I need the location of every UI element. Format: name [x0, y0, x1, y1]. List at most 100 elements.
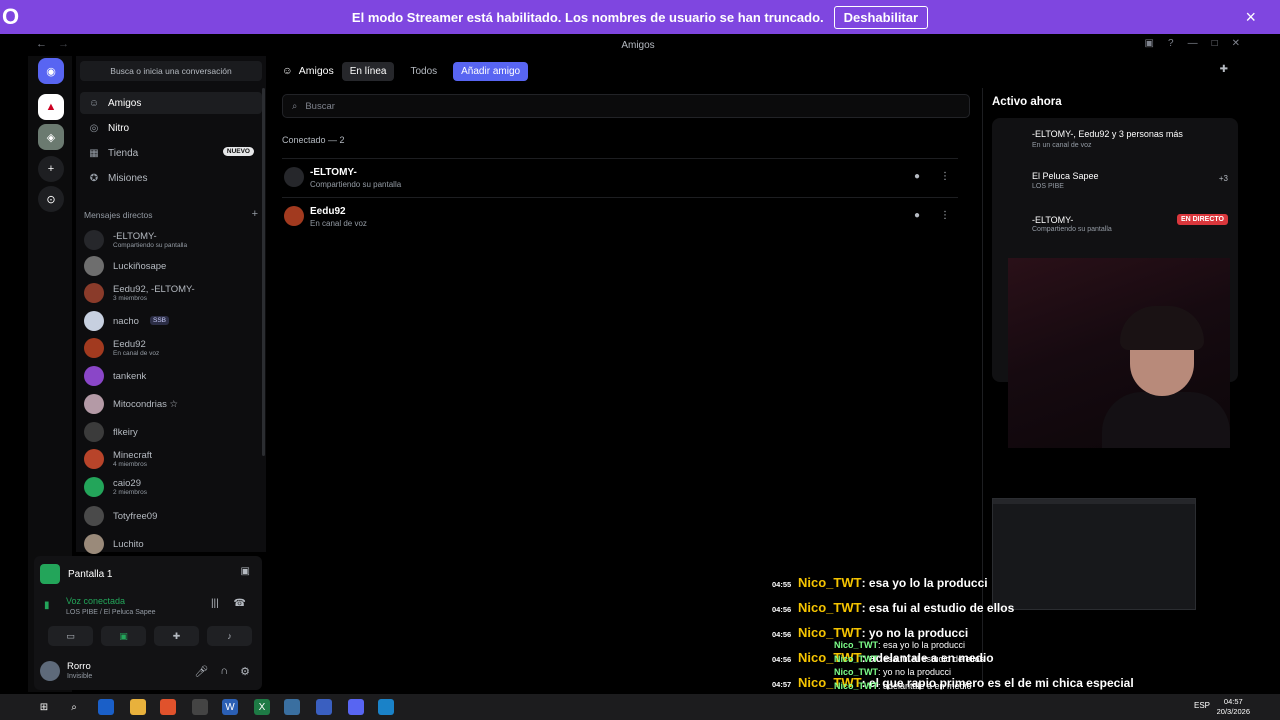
window-close-icon[interactable]: ✕: [1232, 38, 1240, 49]
create-dm-icon[interactable]: +: [252, 208, 258, 220]
tab-online[interactable]: En línea: [341, 61, 395, 81]
soundboard-button[interactable]: ♪: [207, 626, 252, 646]
dm-item[interactable]: Eedu92 En canal de voz: [84, 336, 258, 360]
forward-icon[interactable]: →: [58, 38, 69, 50]
language-indicator[interactable]: ESP: [1194, 701, 1210, 710]
streamer-name: -ELTOMY-: [1032, 215, 1074, 225]
add-server-icon[interactable]: +: [38, 156, 64, 182]
message-icon[interactable]: ●: [914, 210, 920, 221]
chat-message: : yo no la producci: [878, 667, 952, 677]
dm-item[interactable]: flkeiry: [84, 420, 258, 444]
back-icon[interactable]: ←: [36, 38, 47, 50]
close-icon[interactable]: ×: [1245, 7, 1256, 28]
activity-button[interactable]: ✚: [154, 626, 199, 646]
server-name: El Peluca Sapee: [1032, 171, 1099, 181]
find-conversation-input[interactable]: Busca o inicia una conversación: [80, 61, 262, 81]
headset-icon[interactable]: ∩: [220, 665, 228, 678]
friend-row[interactable]: -ELTOMY- Compartiendo su pantalla ● ⋮: [282, 158, 958, 194]
search-icon: ⌕: [292, 100, 298, 112]
brave-icon[interactable]: [160, 699, 176, 715]
user-panel: Pantalla 1 ▣ ▮ Voz conectada LOS PIBE / …: [34, 556, 262, 690]
discord-taskbar-icon[interactable]: [348, 699, 364, 715]
obs-icon[interactable]: [192, 699, 208, 715]
chat-user: Nico_TWT: [798, 600, 862, 615]
sidebar-item-label: Amigos: [108, 97, 142, 109]
add-friend-button[interactable]: Añadir amigo: [453, 61, 529, 81]
app-icon[interactable]: [284, 699, 300, 715]
discover-icon[interactable]: ⊙: [38, 186, 64, 212]
avatar: [84, 422, 104, 442]
friends-icon: ☺: [282, 65, 293, 77]
minimize-icon[interactable]: —: [1188, 38, 1198, 49]
online-count: Conectado — 2: [282, 135, 345, 145]
voice-group-row[interactable]: -ELTOMY-, Eedu92 y 3 personas más En un …: [1002, 128, 1228, 158]
discord-home-icon[interactable]: ◉: [38, 58, 64, 84]
more-icon[interactable]: ⋮: [940, 210, 950, 221]
dm-item[interactable]: Mitocondrias ☆: [84, 392, 258, 416]
dm-item[interactable]: -ELTOMY- Compartiendo su pantalla: [84, 228, 258, 252]
popout-icon[interactable]: ▣: [241, 566, 250, 577]
dm-name: Luckiñosape: [113, 261, 167, 272]
dm-item[interactable]: Luchito: [84, 532, 258, 556]
file-explorer-icon[interactable]: [130, 699, 146, 715]
server-icon[interactable]: ▲: [38, 94, 64, 120]
dm-item[interactable]: caio29 2 miembros: [84, 475, 258, 499]
message-icon[interactable]: ●: [914, 171, 920, 182]
dm-name: Luchito: [113, 539, 144, 550]
friend-row[interactable]: Eedu92 En canal de voz ● ⋮: [282, 197, 958, 233]
inbox-icon[interactable]: ▣: [1145, 38, 1154, 49]
server-row[interactable]: El Peluca Sapee LOS PIBE +3: [1002, 170, 1228, 200]
more-icon[interactable]: ⋮: [940, 171, 950, 182]
friends-search-input[interactable]: ⌕ Buscar: [282, 94, 970, 118]
tab-all[interactable]: Todos: [402, 62, 445, 81]
current-user[interactable]: Rorro Invisible 🎤︎ ∩ ⚙: [40, 658, 256, 684]
avatar: [84, 311, 104, 331]
avatar: [84, 449, 104, 469]
app-icon[interactable]: [316, 699, 332, 715]
dm-name: Mitocondrias ☆: [113, 399, 179, 410]
sidebar-scrollbar[interactable]: [262, 88, 265, 456]
windows-start-icon[interactable]: ⊞: [36, 699, 52, 715]
sidebar-item-shop[interactable]: ▦ Tienda NUEVO: [80, 142, 262, 164]
app-icon[interactable]: [98, 699, 114, 715]
voice-status[interactable]: Voz conectada: [66, 596, 125, 606]
chat-time: 04:56: [772, 655, 792, 664]
disconnect-icon[interactable]: ☎: [234, 598, 246, 609]
dm-item[interactable]: tankenk: [84, 364, 258, 388]
screen-share-button[interactable]: ▣: [101, 626, 146, 646]
gear-icon[interactable]: ⚙: [240, 665, 250, 678]
avatar: [284, 167, 304, 187]
dm-name: flkeiry: [113, 427, 138, 438]
screen-share-icon: [40, 564, 60, 584]
server-icon[interactable]: ◈: [38, 124, 64, 150]
word-icon[interactable]: W: [222, 699, 238, 715]
clock[interactable]: 04:57 20/3/2026: [1217, 697, 1250, 717]
dm-item[interactable]: Totyfree09: [84, 504, 258, 528]
dm-item[interactable]: Eedu92, -ELTOMY- 3 miembros: [84, 281, 258, 305]
microphone-icon[interactable]: 🎤︎: [194, 665, 208, 678]
dm-sub: 2 miembros: [113, 489, 147, 496]
stream-row[interactable]: -ELTOMY- Compartiendo su pantalla EN DIR…: [1002, 214, 1228, 244]
disable-streamer-button[interactable]: Deshabilitar: [833, 5, 929, 29]
dm-item[interactable]: nacho SSB: [84, 309, 258, 333]
sidebar-item-friends[interactable]: ☺ Amigos: [80, 92, 262, 114]
friends-header: ☺ Amigos En línea Todos Añadir amigo ✚: [272, 58, 1242, 84]
dm-item[interactable]: Luckiñosape: [84, 254, 258, 278]
excel-icon[interactable]: X: [254, 699, 270, 715]
help-icon[interactable]: ?: [1168, 38, 1174, 49]
search-icon[interactable]: ⌕: [66, 699, 82, 715]
maximize-icon[interactable]: □: [1212, 38, 1218, 49]
friend-name: -ELTOMY-: [310, 167, 357, 178]
sidebar-item-nitro[interactable]: ◎ Nitro: [80, 117, 262, 139]
noise-icon[interactable]: |||: [211, 598, 219, 609]
dm-item[interactable]: Minecraft 4 miembros: [84, 447, 258, 471]
new-group-dm-icon[interactable]: ✚: [1220, 64, 1228, 75]
edge-icon[interactable]: [378, 699, 394, 715]
sidebar-item-quests[interactable]: ✪ Misiones: [80, 167, 262, 189]
server-sub: LOS PIBE: [1032, 183, 1064, 190]
voice-channel[interactable]: LOS PIBE / El Peluca Sapee: [66, 609, 156, 616]
avatar: [84, 366, 104, 386]
signal-icon[interactable]: ▮: [44, 600, 50, 611]
group-sub: En un canal de voz: [1032, 142, 1092, 149]
camera-button[interactable]: ▭: [48, 626, 93, 646]
